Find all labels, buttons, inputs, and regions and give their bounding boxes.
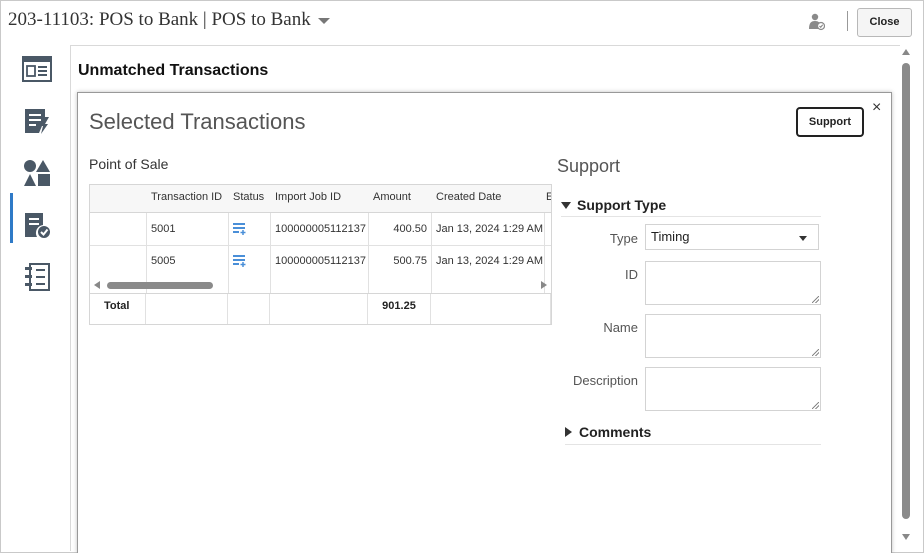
description-label: Description — [572, 373, 638, 388]
cell-created-date: Jan 13, 2024 1:29 AM — [436, 255, 544, 267]
scroll-left-icon[interactable] — [94, 281, 100, 289]
total-amount: 901.25 — [368, 294, 431, 324]
total-label: Total — [90, 294, 146, 324]
header-created-date[interactable]: Created Date — [431, 185, 544, 213]
app-window: 203-11103: POS to Bank | POS to Bank Clo… — [0, 0, 924, 553]
name-label: Name — [603, 320, 638, 335]
collapse-icon[interactable] — [561, 202, 571, 209]
chevron-down-icon — [799, 236, 807, 241]
nav-review[interactable] — [11, 201, 63, 249]
cell-amount: 400.50 — [393, 223, 427, 235]
resize-grip-icon[interactable] — [812, 402, 819, 409]
section-heading: Unmatched Transactions — [78, 62, 269, 79]
list-icon — [25, 263, 50, 291]
nav-activity[interactable] — [11, 97, 63, 145]
id-label: ID — [625, 267, 638, 282]
name-field[interactable] — [645, 314, 821, 358]
page-title[interactable]: 203-11103: POS to Bank | POS to Bank — [8, 9, 331, 31]
cell-transaction-id: 5005 — [151, 255, 176, 267]
resize-grip-icon[interactable] — [812, 349, 819, 356]
cell-import-job-id: 100000005112137 — [275, 255, 366, 267]
cell-import-job-id: 100000005112137 — [275, 223, 366, 235]
toolbar-divider — [847, 11, 848, 31]
chevron-down-icon[interactable] — [318, 17, 331, 24]
status-icon[interactable] — [228, 214, 247, 246]
horizontal-scrollbar[interactable] — [90, 279, 551, 291]
scroll-up-icon[interactable] — [902, 49, 910, 55]
horizontal-scrollbar-thumb[interactable] — [107, 282, 213, 289]
comments-section[interactable]: Comments — [565, 424, 821, 445]
scrollbar-thumb[interactable] — [902, 63, 910, 519]
cell-amount: 500.75 — [393, 255, 427, 267]
left-nav — [1, 45, 69, 550]
close-button[interactable]: Close — [857, 8, 912, 37]
pos-label: Point of Sale — [89, 156, 169, 172]
type-select[interactable]: Timing — [645, 224, 819, 250]
support-title: Support — [557, 156, 621, 176]
vertical-scrollbar[interactable] — [900, 47, 913, 543]
total-empty — [431, 294, 551, 324]
total-empty — [228, 294, 270, 324]
header-amount[interactable]: Amount — [368, 185, 431, 213]
total-row: Total 901.25 — [90, 293, 551, 324]
user-actions-icon[interactable] — [809, 13, 826, 31]
matching-icon — [24, 160, 50, 186]
scroll-down-icon[interactable] — [902, 534, 910, 540]
nav-summary[interactable] — [11, 45, 63, 93]
scroll-right-icon[interactable] — [541, 281, 547, 289]
nav-matching[interactable] — [11, 149, 63, 197]
id-field[interactable] — [645, 261, 821, 305]
summary-icon — [22, 56, 52, 82]
resize-grip-icon[interactable] — [812, 296, 819, 303]
type-label: Type — [609, 231, 638, 246]
header-truncated[interactable]: E — [544, 185, 551, 213]
cell-transaction-id: 5001 — [151, 223, 176, 235]
support-button[interactable]: Support — [796, 107, 864, 137]
header-import-job-id[interactable]: Import Job ID — [270, 185, 368, 213]
close-icon[interactable]: × — [872, 99, 881, 117]
type-select-value: Timing — [651, 229, 690, 244]
page-title-text: 203-11103: POS to Bank | POS to Bank — [8, 9, 311, 30]
transactions-table: Transaction ID Status Import Job ID Amou… — [89, 184, 552, 325]
description-field[interactable] — [645, 367, 821, 411]
total-empty — [270, 294, 368, 324]
cell-created-date: Jan 13, 2024 1:29 AM — [436, 223, 544, 235]
nav-list[interactable] — [11, 253, 63, 301]
dialog-title: Selected Transactions — [89, 109, 306, 134]
support-type-section[interactable]: Support Type — [561, 197, 821, 217]
header-transaction-id[interactable]: Transaction ID — [146, 185, 228, 213]
comments-label: Comments — [579, 424, 652, 440]
selected-transactions-dialog: Selected Transactions Support × Point of… — [77, 92, 892, 553]
status-icon[interactable] — [228, 246, 247, 278]
top-bar: 203-11103: POS to Bank | POS to Bank Clo… — [1, 1, 923, 41]
support-type-label: Support Type — [577, 197, 667, 213]
header-select[interactable] — [90, 185, 146, 213]
header-status[interactable]: Status — [228, 185, 270, 213]
total-empty — [146, 294, 228, 324]
expand-icon[interactable] — [565, 427, 572, 437]
review-icon — [25, 213, 50, 238]
activity-icon — [25, 109, 49, 134]
